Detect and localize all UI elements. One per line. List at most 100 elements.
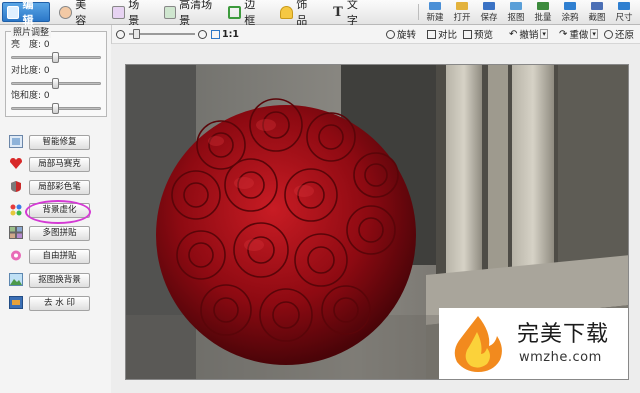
preview-label: 预览: [474, 30, 494, 41]
smart-repair-icon: [9, 135, 23, 148]
face-icon: [59, 5, 73, 19]
watermark-title: 完美下载: [517, 322, 610, 347]
photo-preview[interactable]: 完美下载 wmzhe.com: [125, 64, 629, 380]
tab-beauty-label: 美 容: [75, 0, 87, 27]
brightness-label: 亮 度:: [11, 40, 42, 50]
tab-scene[interactable]: 场 景: [108, 0, 156, 27]
undo-label: 撤销: [519, 30, 539, 41]
tab-frame-label: 边 框: [244, 0, 256, 27]
view-toolbar: 1:1 旋转 对比 预览 ↶ 撤销 ▾ ↷ 重做 ▾ 还原: [111, 25, 640, 44]
undo-dropdown-icon[interactable]: ▾: [540, 29, 548, 39]
doodle-button-label: 涂鸦: [561, 13, 579, 23]
batch-button-label: 批量: [534, 13, 552, 23]
screenshot-icon: [591, 2, 603, 10]
open-button[interactable]: 打开: [448, 1, 476, 23]
tab-hd-scene-label: 高清场景: [179, 0, 213, 27]
background-swap-button[interactable]: 抠图换背景: [29, 273, 90, 288]
collage-button[interactable]: 多图拼贴: [29, 226, 90, 241]
contrast-slider-thumb[interactable]: [52, 78, 59, 89]
ornament-icon: [280, 5, 294, 19]
redo-icon: ↷: [559, 28, 568, 40]
screenshot-button[interactable]: 截图: [583, 1, 611, 23]
watermark-url: wmzhe.com: [519, 350, 602, 365]
preview-icon: [463, 29, 472, 39]
resize-button[interactable]: 尺寸: [610, 1, 638, 23]
saturation-value: 0: [43, 91, 50, 101]
background-swap-icon: [9, 273, 23, 286]
brightness-slider-thumb[interactable]: [52, 52, 59, 63]
restore-icon: [604, 29, 613, 39]
blur-button-highlight: [25, 200, 91, 224]
free-collage-button[interactable]: 自由拼贴: [29, 249, 90, 264]
brightness-label-row: 亮 度: 0: [11, 37, 50, 50]
tab-hd-scene[interactable]: 高清场景: [160, 0, 220, 27]
redo-button[interactable]: ↷ 重做 ▾: [559, 27, 598, 41]
restore-button[interactable]: 还原: [604, 27, 634, 41]
mosaic-icon: [10, 158, 22, 169]
tab-edit[interactable]: 编 辑: [2, 0, 50, 27]
open-button-label: 打开: [453, 13, 471, 23]
tab-text[interactable]: T 文 字: [328, 0, 376, 27]
frame-icon: [228, 5, 242, 19]
cutout-button-label: 抠图: [507, 13, 525, 23]
undo-icon: ↶: [509, 28, 518, 40]
blur-icon: [10, 204, 22, 216]
fit-button[interactable]: 1:1: [211, 27, 239, 41]
zoom-out-button[interactable]: [116, 27, 125, 41]
color-pen-button[interactable]: 局部彩色笔: [29, 180, 90, 195]
redo-label: 重做: [569, 30, 589, 41]
new-button-label: 新建: [426, 13, 444, 23]
contrast-label: 对比度:: [11, 66, 42, 76]
site-watermark: 完美下载 wmzhe.com: [439, 308, 628, 379]
tab-edit-label: 编 辑: [22, 0, 34, 27]
brightness-value: 0: [43, 40, 50, 50]
new-icon: [429, 2, 441, 10]
batch-icon: [537, 2, 549, 10]
restore-label: 还原: [615, 30, 635, 41]
batch-button[interactable]: 批量: [529, 1, 557, 23]
saturation-slider-thumb[interactable]: [52, 103, 59, 114]
color-pen-icon: [11, 181, 21, 192]
zoom-slider-thumb[interactable]: [133, 29, 140, 39]
save-button[interactable]: 保存: [475, 1, 503, 23]
zoom-out-icon: [116, 29, 125, 39]
smart-repair-button[interactable]: 智能修复: [29, 135, 90, 150]
photo-adjust-group: 照片调整 亮 度: 0 对比度: 0 饱和度: 0: [5, 25, 107, 117]
cutout-button[interactable]: 抠图: [502, 1, 530, 23]
tab-beauty[interactable]: 美 容: [55, 0, 103, 27]
main-toolbar: 编 辑 美 容 场 景 高清场景 边 框 饰 品 T 文 字 新建 打开 保存 …: [0, 0, 640, 27]
open-icon: [456, 2, 468, 10]
flame-logo-icon: [454, 316, 502, 372]
collage-icon: [9, 226, 23, 239]
mosaic-button[interactable]: 局部马赛克: [29, 157, 90, 172]
free-collage-icon: [11, 250, 21, 261]
cutout-icon: [510, 2, 522, 10]
tab-ornament[interactable]: 饰 品: [276, 0, 324, 27]
preview-button[interactable]: 预览: [463, 27, 493, 41]
zoom-actual-label: 1:1: [222, 28, 240, 40]
redo-dropdown-icon[interactable]: ▾: [590, 29, 598, 39]
rotate-icon: [386, 29, 395, 39]
doodle-icon: [564, 2, 576, 10]
resize-button-label: 尺寸: [615, 13, 633, 23]
contrast-value: 0: [43, 66, 50, 76]
zoom-in-icon: [198, 29, 207, 39]
toolbar-divider: [418, 4, 419, 20]
rotate-button[interactable]: 旋转: [386, 27, 416, 41]
left-panel: 照片调整 亮 度: 0 对比度: 0 饱和度: 0 智能修复 局部马赛克 局部彩…: [0, 25, 112, 393]
zoom-in-button[interactable]: [198, 27, 207, 41]
saturation-label: 饱和度:: [11, 91, 42, 101]
new-button[interactable]: 新建: [421, 1, 449, 23]
hd-scene-icon: [164, 5, 177, 19]
tab-frame[interactable]: 边 框: [224, 0, 272, 27]
edit-icon: [7, 5, 20, 19]
compare-button[interactable]: 对比: [427, 27, 457, 41]
save-button-label: 保存: [480, 13, 498, 23]
doodle-button[interactable]: 涂鸦: [556, 1, 584, 23]
undo-button[interactable]: ↶ 撤销 ▾: [509, 27, 548, 41]
compare-icon: [427, 29, 436, 39]
screenshot-button-label: 截图: [588, 13, 606, 23]
remove-watermark-button[interactable]: 去 水 印: [29, 296, 90, 311]
saturation-label-row: 饱和度: 0: [11, 88, 50, 101]
save-icon: [483, 2, 495, 10]
